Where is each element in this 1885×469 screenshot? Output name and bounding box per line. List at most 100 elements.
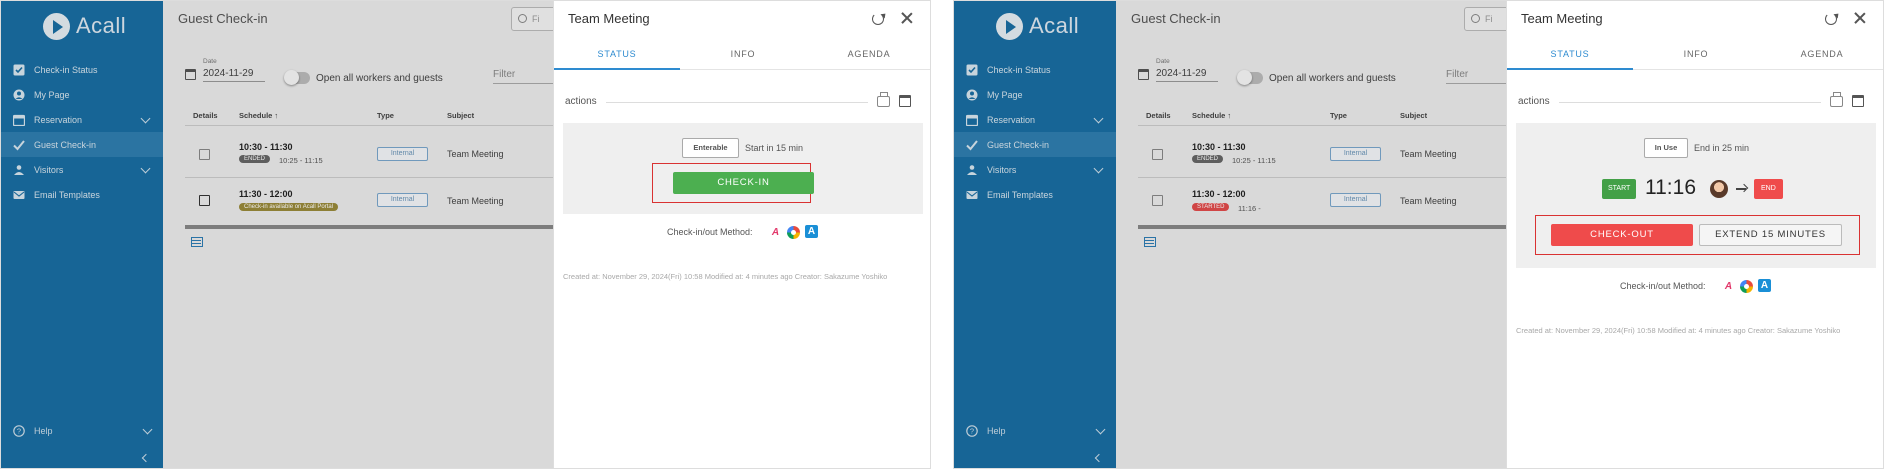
method-label: Check-in/out Method: (1620, 281, 1706, 291)
tab-info[interactable]: INFO (680, 41, 806, 70)
open-all-toggle[interactable] (284, 70, 310, 85)
tab-info[interactable]: INFO (1633, 41, 1759, 70)
sidebar-item-check-in-status[interactable]: Check-in Status (1, 57, 163, 82)
date-field[interactable]: 2024-11-29 (1156, 68, 1218, 82)
check-in-button[interactable]: CHECK-IN (673, 172, 814, 194)
check-out-button[interactable]: CHECK-OUT (1551, 224, 1693, 246)
status-text: End in 25 min (1694, 143, 1750, 153)
type-badge: Internal (377, 193, 428, 207)
app-method-icon: A (805, 225, 818, 238)
sidebar-item-check-in-status[interactable]: Check-in Status (954, 57, 1116, 82)
logo-text: Acall (1029, 13, 1080, 38)
sidebar-item-reservation[interactable]: Reservation (954, 107, 1116, 132)
screenshot-before-checkin: Acall Check-in Status My Page Reservatio… (0, 0, 931, 469)
screenshot-after-checkin: Acall Check-in Status My Page Reservatio… (953, 0, 1884, 469)
chevron-down-icon[interactable] (1093, 113, 1104, 124)
chevron-down-icon[interactable] (1093, 163, 1104, 174)
check-square-icon (13, 64, 25, 76)
actions-label: actions (565, 96, 597, 107)
column-header-schedule[interactable]: Schedule ↑ (239, 111, 278, 120)
acall-logo[interactable]: Acall (996, 11, 1079, 41)
sidebar-item-email-templates[interactable]: Email Templates (954, 182, 1116, 207)
edit-icon[interactable] (1152, 149, 1163, 160)
tab-agenda[interactable]: AGENDA (1759, 41, 1883, 70)
status-badge: STARTED (1192, 203, 1230, 211)
record-metadata: Created at: November 29, 2024(Fri) 10:58… (563, 272, 888, 281)
tab-status[interactable]: STATUS (1507, 41, 1633, 70)
print-icon[interactable] (877, 92, 890, 107)
print-icon[interactable] (1830, 92, 1843, 107)
column-header-details: Details (1146, 111, 1171, 120)
chevron-down-icon (142, 424, 153, 435)
logo-text: Acall (76, 13, 127, 38)
ring-method-icon (787, 226, 800, 239)
calendar-icon (185, 69, 196, 80)
horizontal-scrollbar[interactable] (1138, 225, 1506, 229)
acall-logo[interactable]: Acall (43, 11, 126, 41)
close-icon[interactable] (1853, 11, 1867, 25)
date-field[interactable]: 2024-11-29 (203, 68, 265, 82)
divider (1138, 125, 1506, 126)
filter-input[interactable]: Filter (1446, 69, 1506, 84)
chevron-down-icon[interactable] (140, 113, 151, 124)
calendar-icon[interactable] (1852, 95, 1864, 107)
toggle-label: Open all workers and guests (1269, 73, 1396, 84)
help-menu[interactable]: ? Help (966, 424, 1106, 437)
start-chip: START (1602, 179, 1637, 199)
type-badge: Internal (1330, 147, 1381, 161)
modal-title: Team Meeting (1521, 11, 1603, 26)
refresh-icon[interactable] (1825, 13, 1837, 25)
sidebar-item-my-page[interactable]: My Page (1, 82, 163, 107)
chevron-down-icon (1095, 424, 1106, 435)
edit-icon[interactable] (1152, 195, 1163, 206)
record-metadata: Created at: November 29, 2024(Fri) 10:58… (1516, 326, 1841, 335)
tab-status[interactable]: STATUS (554, 41, 680, 70)
acall-method-icon: A (771, 227, 780, 238)
refresh-icon[interactable] (872, 13, 884, 25)
filter-input[interactable]: Filter (493, 69, 553, 84)
sidebar-item-email-templates[interactable]: Email Templates (1, 182, 163, 207)
calendar-icon (1138, 69, 1149, 80)
open-all-toggle[interactable] (1237, 70, 1263, 85)
actual-time: 10:25 - 11:15 (1232, 156, 1276, 165)
sidebar-item-label: Visitors (987, 164, 1017, 175)
sidebar-item-label: Guest Check-in (987, 139, 1050, 150)
sidebar-item-guest-check-in[interactable]: Guest Check-in (1, 132, 163, 157)
person-icon (966, 89, 978, 101)
actual-time: 10:25 - 11:15 (279, 156, 323, 165)
sidebar-item-label: Email Templates (987, 189, 1053, 200)
sidebar-item-reservation[interactable]: Reservation (1, 107, 163, 132)
table-icon[interactable] (1144, 237, 1156, 247)
sidebar-item-visitors[interactable]: Visitors (1, 157, 163, 182)
collapse-sidebar-icon[interactable] (141, 453, 151, 463)
schedule-time: 10:30 - 11:30 (239, 142, 293, 152)
sidebar-item-visitors[interactable]: Visitors (954, 157, 1116, 182)
help-icon: ? (13, 425, 25, 437)
acall-logo-icon (43, 12, 70, 40)
date-label: Date (203, 58, 217, 65)
subject-text: Team Meeting (1400, 149, 1457, 159)
modal-tabs: STATUS INFO AGENDA (1507, 41, 1883, 70)
column-header-subject: Subject (1400, 111, 1428, 120)
close-icon[interactable] (900, 11, 914, 25)
help-menu[interactable]: ? Help (13, 424, 153, 437)
status-card: Enterable Start in 15 min CHECK-IN (563, 123, 923, 214)
horizontal-scrollbar[interactable] (185, 225, 553, 229)
column-header-schedule[interactable]: Schedule ↑ (1192, 111, 1231, 120)
table-icon[interactable] (191, 237, 203, 247)
calendar-icon[interactable] (899, 95, 911, 107)
edit-icon[interactable] (199, 195, 210, 206)
divider (1138, 177, 1506, 178)
status-card: In Use End in 25 min START 11:16 END CHE… (1516, 123, 1876, 268)
collapse-sidebar-icon[interactable] (1094, 453, 1104, 463)
edit-icon[interactable] (199, 149, 210, 160)
subject-text: Team Meeting (447, 149, 504, 159)
avatar (1710, 180, 1728, 198)
acall-logo-icon (996, 12, 1023, 40)
type-badge: Internal (377, 147, 428, 161)
tab-agenda[interactable]: AGENDA (806, 41, 930, 70)
sidebar-item-guest-check-in[interactable]: Guest Check-in (954, 132, 1116, 157)
sidebar-item-my-page[interactable]: My Page (954, 82, 1116, 107)
chevron-down-icon[interactable] (140, 163, 151, 174)
extend-15-minutes-button[interactable]: EXTEND 15 MINUTES (1699, 224, 1842, 246)
